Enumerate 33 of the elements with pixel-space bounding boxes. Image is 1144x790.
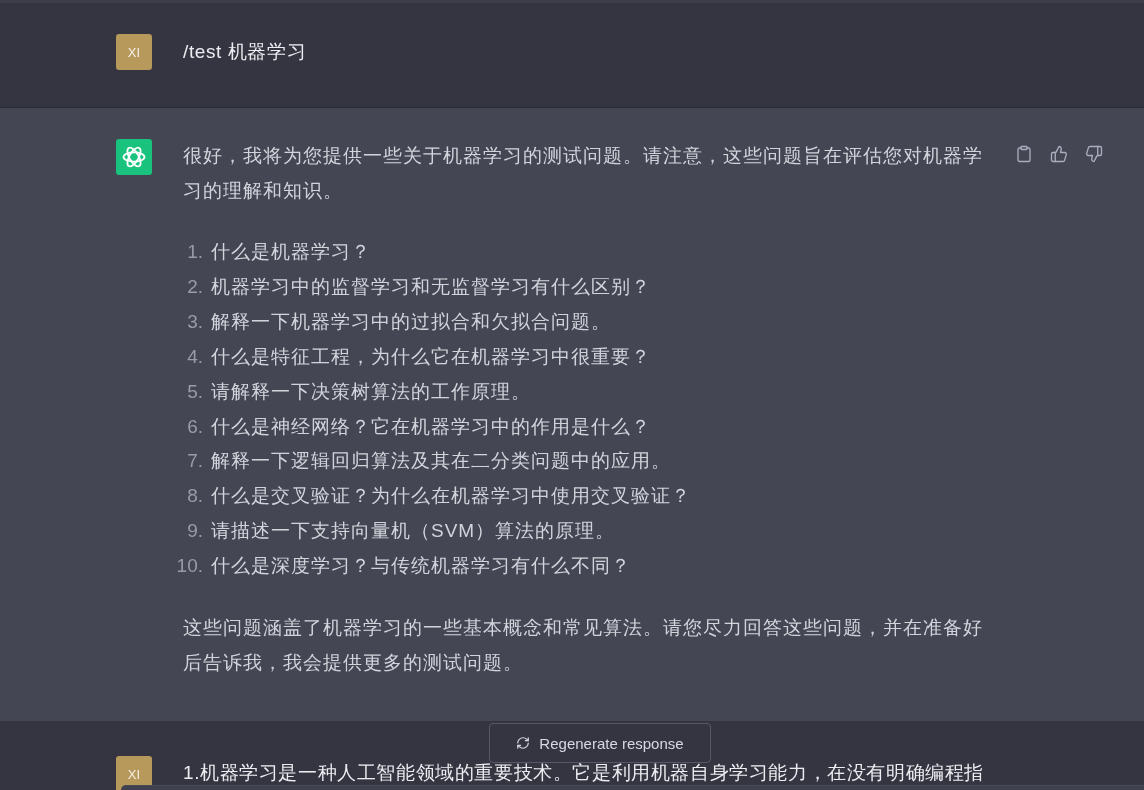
message-input-field[interactable] (121, 785, 1144, 790)
clipboard-icon[interactable] (1015, 145, 1033, 163)
list-number: 5. (186, 379, 203, 404)
thumbs-up-icon[interactable] (1050, 145, 1068, 163)
list-item-text: 什么是交叉验证？为什么在机器学习中使用交叉验证？ (211, 484, 692, 509)
message-text: 很好，我将为您提供一些关于机器学习的测试问题。请注意，这些问题旨在评估您对机器学习的理解和知识。 (183, 144, 984, 203)
list-item-text: 解释一下机器学习中的过拟合和欠拟合问题。 (211, 309, 612, 334)
list-item-text: 解释一下逻辑回归算法及其在二分类问题中的应用。 (211, 449, 672, 474)
list-item-text: 什么是深度学习？与传统机器学习有什么不同？ (211, 554, 632, 579)
list-number: 4. (186, 344, 203, 369)
message-text: /test 机器学习 (183, 40, 308, 64)
thumbs-down-icon[interactable] (1085, 145, 1103, 163)
user-avatar: XI (116, 756, 152, 790)
list-item-text: 什么是机器学习？ (211, 240, 372, 264)
list-number: 6. (186, 414, 203, 439)
list-item-text: 机器学习中的监督学习和无监督学习有什么区别？ (211, 274, 652, 299)
refresh-icon (516, 736, 531, 750)
regenerate-button[interactable]: Regenerate response (489, 723, 711, 763)
list-item-text: 什么是特征工程，为什么它在机器学习中很重要？ (211, 344, 652, 369)
list-number: 2. (186, 274, 203, 299)
message-text: 1.机器学习是一种人工智能领域的重要技术。它是利用机器自身学习能力，在没有明确编程指 (183, 763, 986, 784)
list-item-text: 请描述一下支持向量机（SVM）算法的原理。 (211, 519, 617, 544)
list-item-text: 请解释一下决策树算法的工作原理。 (211, 379, 532, 404)
list-item-text: 什么是神经网络？它在机器学习中的作用是什么？ (211, 414, 652, 439)
list-number: 3. (186, 309, 203, 334)
message-text: 这些问题涵盖了机器学习的一些基本概念和常见算法。请您尽力回答这些问题，并在准备好后告诉我，我会提供更多的测试问题。 (183, 616, 984, 675)
user-avatar: XI (116, 34, 152, 70)
list-number: 8. (186, 484, 203, 509)
list-number: 1. (186, 240, 203, 264)
assistant-logo-icon (116, 139, 152, 175)
list-number: 10. (175, 554, 203, 579)
list-number: 9. (186, 519, 203, 544)
list-number: 7. (186, 449, 203, 474)
